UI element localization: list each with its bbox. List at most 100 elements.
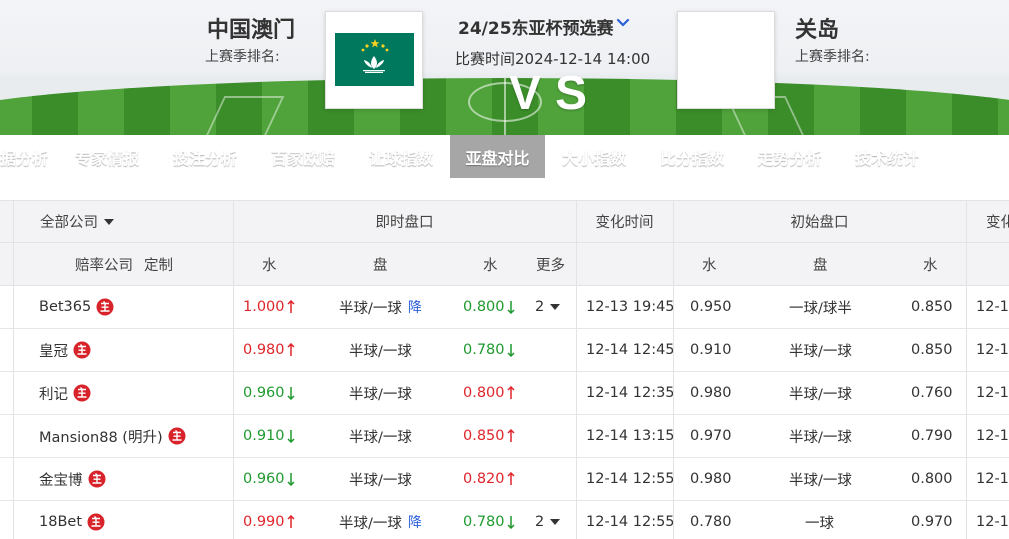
- flag-stars-icon: [361, 39, 389, 52]
- live-home-water[interactable]: 0.960: [243, 458, 295, 500]
- tab-bet-analysis[interactable]: 投注分析: [156, 135, 254, 178]
- tab-asian-handicap[interactable]: 亚盘对比: [450, 135, 545, 178]
- company-col-header: 赔率公司: [75, 257, 133, 274]
- change-time-truncated: 12-14: [976, 385, 1009, 401]
- live-handicap[interactable]: 半球/一球降: [339, 501, 422, 539]
- tab-expert-intel[interactable]: 专家情报: [58, 135, 156, 178]
- flag-lotus-icon: [363, 56, 385, 73]
- init-away-water: 0.970: [911, 514, 953, 530]
- init-handicap: 半球/一球: [789, 386, 852, 403]
- live-home-water-value: 0.960: [243, 385, 285, 401]
- table-row[interactable]: 18Bet 0.990 半球/一球降 0.780 2 12-14 12:55 0.780 一球…: [0, 501, 1009, 539]
- live-home-water[interactable]: 0.980: [243, 329, 295, 371]
- init-handicap: 半球/一球: [789, 343, 852, 360]
- live-handicap-value: 半球/一球: [349, 343, 412, 360]
- more-dropdown[interactable]: 2: [535, 286, 561, 328]
- live-handicap[interactable]: 半球/一球: [349, 372, 412, 414]
- arrow-up-icon: [286, 300, 295, 313]
- tab-handicap-index[interactable]: 让球指数: [352, 135, 450, 178]
- live-home-water[interactable]: 0.960: [243, 372, 295, 414]
- live-away-water-value: 0.800: [463, 299, 505, 315]
- arrow-down-icon: [286, 430, 295, 443]
- away-team-logo[interactable]: [677, 11, 775, 109]
- more-header: 更多: [536, 257, 565, 274]
- live-away-water[interactable]: 0.800: [463, 286, 515, 328]
- arrow-down-icon: [506, 344, 515, 357]
- live-handicap[interactable]: 半球/一球: [349, 458, 412, 500]
- live-home-water[interactable]: 0.990: [243, 501, 295, 539]
- company-filter-label: 全部公司: [40, 215, 98, 231]
- tab-over-under[interactable]: 大小指数: [545, 135, 643, 178]
- tab-data-analysis[interactable]: 据分析: [0, 135, 58, 178]
- change-time: 12-14 12:55: [586, 471, 675, 487]
- tab-trend[interactable]: 走势分析: [741, 135, 838, 178]
- init-handicap: 半球/一球: [789, 472, 852, 489]
- table-row[interactable]: Bet365 1.000 半球/一球降 0.800 2 12-13 19:45 0.950 一…: [0, 286, 1009, 329]
- dropdown-icon: [550, 519, 561, 525]
- tab-score-index[interactable]: 比分指数: [643, 135, 741, 178]
- main-badge-icon: [87, 513, 105, 531]
- live-away-water[interactable]: 0.780: [463, 501, 515, 539]
- live-away-water[interactable]: 0.850: [463, 415, 515, 457]
- init-home-water: 0.780: [690, 514, 732, 530]
- live-handicap[interactable]: 半球/一球: [349, 415, 412, 457]
- company-name[interactable]: Mansion88 (明升): [39, 415, 186, 457]
- initial-group-header: 初始盘口: [790, 215, 849, 231]
- away-team-name[interactable]: 关岛: [795, 12, 839, 44]
- main-badge-icon: [88, 470, 105, 488]
- company-label: 利记: [39, 386, 68, 403]
- company-name[interactable]: 皇冠: [39, 329, 91, 371]
- company-filter[interactable]: 全部公司: [40, 201, 114, 242]
- init-away-water: 0.850: [911, 299, 953, 315]
- init-home-water: 0.980: [690, 471, 732, 487]
- change-time-truncated: 12-13: [976, 299, 1009, 315]
- table-row[interactable]: Mansion88 (明升) 0.910 半球/一球 0.850 12-14 13:15…: [0, 415, 1009, 458]
- init-away-water: 0.850: [911, 342, 953, 358]
- live-handicap[interactable]: 半球/一球: [349, 329, 412, 371]
- competition-title[interactable]: 24/25东亚杯预选赛: [458, 14, 614, 39]
- more-dropdown[interactable]: 2: [535, 501, 561, 539]
- table-row[interactable]: 利记 0.960 半球/一球 0.800 12-14 12:35 0.980 半球/一球 0.…: [0, 372, 1009, 415]
- table-row[interactable]: 皇冠 0.980 半球/一球 0.780 12-14 12:45 0.910 半球/一球 0.…: [0, 329, 1009, 372]
- live-home-water[interactable]: 0.910: [243, 415, 295, 457]
- change-time-header: 变化时间: [595, 215, 654, 231]
- init-away-water: 0.800: [911, 471, 953, 487]
- live-away-water-header: 水: [483, 257, 498, 274]
- live-handicap-value: 半球/一球: [339, 515, 402, 532]
- arrow-up-icon: [286, 515, 295, 528]
- live-handicap-value: 半球/一球: [349, 472, 412, 489]
- live-handicap-header: 盘: [373, 257, 388, 274]
- company-label: 皇冠: [39, 343, 68, 360]
- live-away-water-value: 0.780: [463, 514, 505, 530]
- live-away-water[interactable]: 0.800: [463, 372, 515, 414]
- main-badge-icon: [168, 427, 186, 445]
- tab-euro-odds[interactable]: 百家欧赔: [254, 135, 352, 178]
- init-handicap: 半球/一球: [789, 429, 852, 446]
- more-count: 2: [535, 299, 545, 315]
- live-away-water-value: 0.820: [463, 471, 505, 487]
- live-away-water[interactable]: 0.780: [463, 329, 515, 371]
- customize-link[interactable]: 定制: [144, 243, 173, 285]
- change-time: 12-14 12:45: [586, 342, 675, 358]
- init-home-water: 0.950: [690, 299, 732, 315]
- live-home-water[interactable]: 1.000: [243, 286, 295, 328]
- company-name[interactable]: 金宝博: [39, 458, 106, 500]
- company-name[interactable]: Bet365: [39, 286, 114, 328]
- home-team-name[interactable]: 中国澳门: [207, 12, 295, 44]
- main-badge-icon: [73, 384, 91, 402]
- chevron-down-icon[interactable]: [616, 16, 630, 30]
- arrow-up-icon: [286, 343, 295, 356]
- live-home-water-value: 0.990: [243, 514, 285, 530]
- live-home-water-value: 0.960: [243, 471, 285, 487]
- live-handicap[interactable]: 半球/一球降: [339, 286, 422, 328]
- home-team-logo[interactable]: [325, 11, 423, 109]
- dropdown-icon: [550, 304, 561, 310]
- company-name[interactable]: 18Bet: [39, 501, 105, 539]
- company-name[interactable]: 利记: [39, 372, 91, 414]
- table-row[interactable]: 金宝博 0.960 半球/一球 0.820 12-14 12:55 0.980 半球/一球 0…: [0, 458, 1009, 501]
- live-away-water[interactable]: 0.820: [463, 458, 515, 500]
- arrow-down-icon: [506, 516, 515, 529]
- analysis-nav: 据分析 专家情报 投注分析 百家欧赔 让球指数 亚盘对比 大小指数 比分指数 走…: [0, 135, 1009, 178]
- tab-tech-stats[interactable]: 技术统计: [838, 135, 936, 178]
- company-label: Bet365: [39, 299, 92, 315]
